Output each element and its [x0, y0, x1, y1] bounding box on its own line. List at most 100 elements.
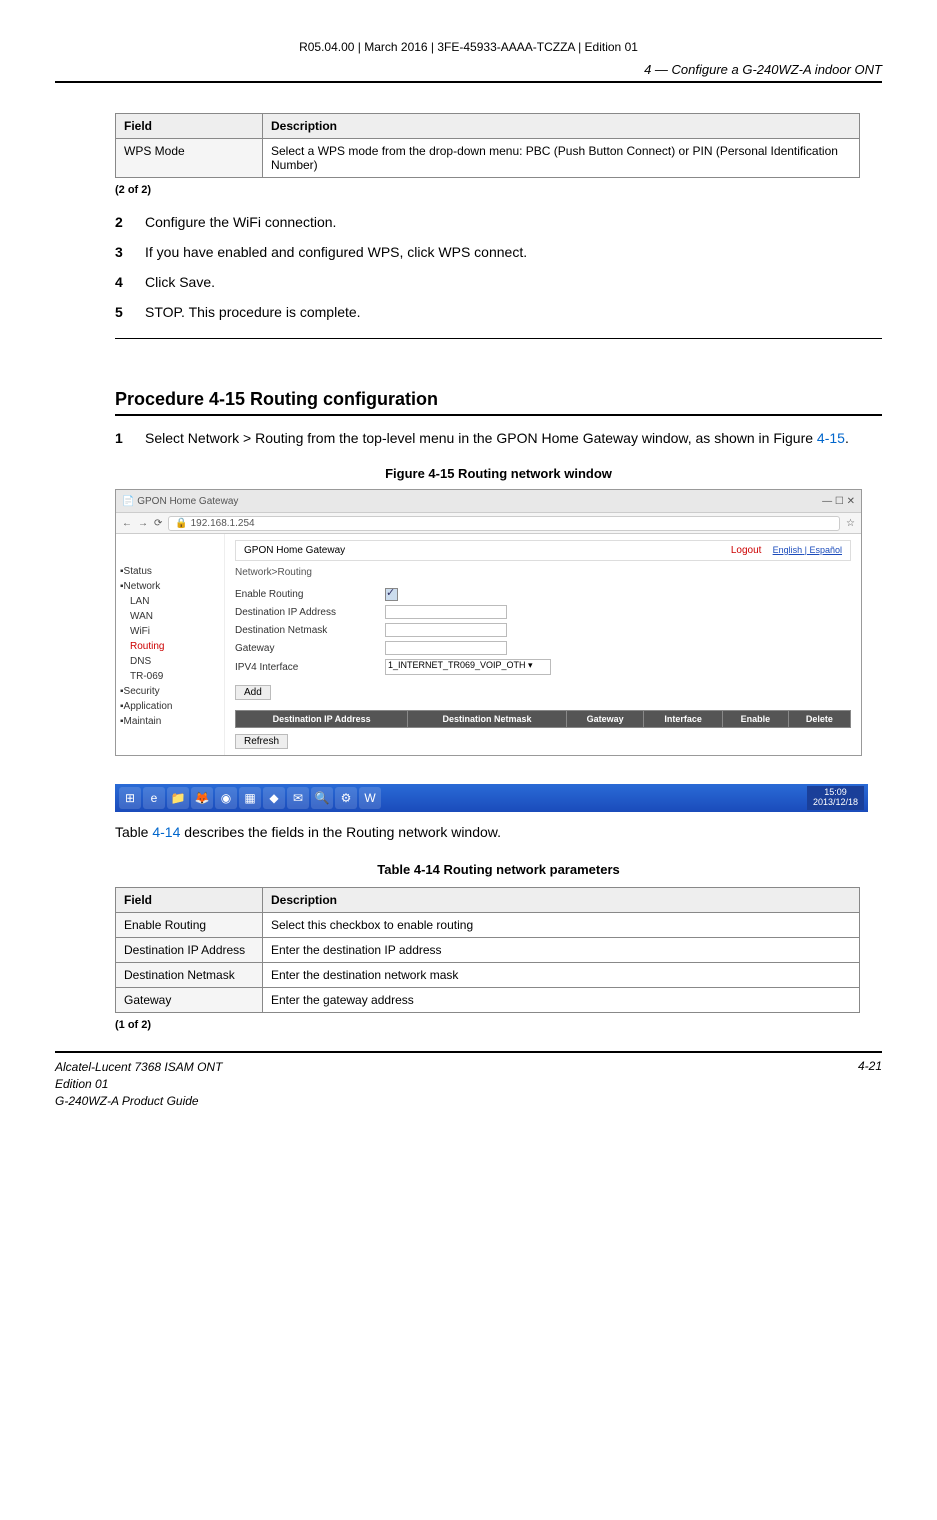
app-header: GPON Home Gateway Logout English | Españ…: [235, 540, 851, 561]
cell-desc: Enter the destination IP address: [263, 938, 860, 963]
logout-link[interactable]: Logout: [731, 545, 762, 556]
lang-espanol-link[interactable]: Español: [809, 545, 842, 555]
table-row: WPS Mode Select a WPS mode from the drop…: [116, 139, 860, 178]
add-button[interactable]: Add: [235, 685, 271, 700]
dest-ip-label: Destination IP Address: [235, 607, 385, 618]
ie-icon[interactable]: e: [143, 787, 165, 809]
table-pagination-note: (1 of 2): [115, 1019, 882, 1031]
reload-icon[interactable]: ⟳: [154, 518, 162, 529]
browser-tab[interactable]: 📄 GPON Home Gateway: [122, 496, 238, 507]
cell-field: WPS Mode: [116, 139, 263, 178]
cell-field: Destination Netmask: [116, 963, 263, 988]
col-dest-ip: Destination IP Address: [236, 711, 408, 728]
text-segment: Table: [115, 824, 152, 840]
step-text: If you have enabled and configured WPS, …: [145, 244, 527, 260]
step-number: 1: [115, 430, 145, 446]
app-title: GPON Home Gateway: [244, 545, 345, 556]
step-item: 1 Select Network > Routing from the top-…: [115, 430, 882, 446]
step-item: 5STOP. This procedure is complete.: [115, 304, 882, 320]
back-icon[interactable]: ←: [122, 518, 132, 529]
step-text: Configure the WiFi connection.: [145, 214, 336, 230]
step-item: 2Configure the WiFi connection.: [115, 214, 882, 230]
browser-address-bar: ← → ⟳ 🔒 192.168.1.254 ☆: [116, 513, 861, 534]
table-row: Destination IP AddressEnter the destinat…: [116, 938, 860, 963]
window-controls[interactable]: — ☐ ✕: [822, 496, 855, 507]
page-number: 4-21: [858, 1059, 882, 1109]
bookmark-icon[interactable]: ☆: [846, 518, 855, 529]
start-button-icon[interactable]: ⊞: [119, 787, 141, 809]
table-header-field: Field: [116, 114, 263, 139]
url-text: 192.168.1.254: [191, 518, 255, 529]
nav-sidebar: ▪Status ▪Network LAN WAN WiFi Routing DN…: [116, 534, 225, 755]
footer-product: Alcatel-Lucent 7368 ISAM ONT: [55, 1059, 222, 1076]
taskbar-clock[interactable]: 15:09 2013/12/18: [807, 786, 864, 810]
wps-parameters-table: Field Description WPS Mode Select a WPS …: [115, 113, 860, 178]
step-text: STOP. This procedure is complete.: [145, 304, 361, 320]
sidebar-item-network[interactable]: ▪Network: [120, 579, 220, 594]
ipv4-interface-label: IPV4 Interface: [235, 662, 385, 673]
app-icon[interactable]: 🔍: [311, 787, 333, 809]
step-text-segment: Select Network > Routing from the top-le…: [145, 430, 817, 446]
sidebar-item-wifi[interactable]: WiFi: [120, 624, 220, 639]
step-text: Select Network > Routing from the top-le…: [145, 430, 849, 446]
word-icon[interactable]: W: [359, 787, 381, 809]
figure-caption: Figure 4-15 Routing network window: [115, 466, 882, 481]
document-version-header: R05.04.00 | March 2016 | 3FE-45933-AAAA-…: [55, 40, 882, 54]
step-text-segment: .: [845, 430, 849, 446]
sidebar-item-routing[interactable]: Routing: [120, 639, 220, 654]
col-enable: Enable: [722, 711, 788, 728]
sidebar-item-maintain[interactable]: ▪Maintain: [120, 714, 220, 729]
sidebar-item-tr069[interactable]: TR-069: [120, 669, 220, 684]
url-field[interactable]: 🔒 192.168.1.254: [168, 516, 840, 531]
figure-reference-link[interactable]: 4-15: [817, 430, 845, 446]
table-header-description: Description: [263, 888, 860, 913]
ipv4-interface-select[interactable]: 1_INTERNET_TR069_VOIP_OTH ▾: [385, 659, 551, 675]
step-number: 4: [115, 274, 145, 290]
chrome-icon[interactable]: ◉: [215, 787, 237, 809]
cell-field: Gateway: [116, 988, 263, 1013]
step-item: 3If you have enabled and configured WPS,…: [115, 244, 882, 260]
clock-date: 2013/12/18: [813, 798, 858, 808]
firefox-icon[interactable]: 🦊: [191, 787, 213, 809]
footer-guide: G-240WZ-A Product Guide: [55, 1093, 222, 1110]
dest-netmask-label: Destination Netmask: [235, 625, 385, 636]
browser-tab-bar: 📄 GPON Home Gateway — ☐ ✕: [116, 490, 861, 513]
sidebar-item-wan[interactable]: WAN: [120, 609, 220, 624]
explorer-icon[interactable]: 📁: [167, 787, 189, 809]
lang-english-link[interactable]: English: [773, 545, 803, 555]
step-number: 3: [115, 244, 145, 260]
sidebar-item-lan[interactable]: LAN: [120, 594, 220, 609]
procedure-title: Procedure 4-15 Routing configuration: [115, 389, 882, 410]
step-number: 5: [115, 304, 145, 320]
cell-desc: Enter the gateway address: [263, 988, 860, 1013]
table-header-description: Description: [263, 114, 860, 139]
col-interface: Interface: [644, 711, 722, 728]
windows-taskbar: ⊞ e 📁 🦊 ◉ ▦ ◆ ✉ 🔍 ⚙ W 15:09 2013/12/18: [115, 784, 868, 812]
refresh-button[interactable]: Refresh: [235, 734, 288, 749]
app-icon[interactable]: ▦: [239, 787, 261, 809]
outlook-icon[interactable]: ✉: [287, 787, 309, 809]
cell-field: Destination IP Address: [116, 938, 263, 963]
sidebar-item-security[interactable]: ▪Security: [120, 684, 220, 699]
sidebar-item-status[interactable]: ▪Status: [120, 564, 220, 579]
gateway-label: Gateway: [235, 643, 385, 654]
gateway-input[interactable]: [385, 641, 507, 655]
table-row: GatewayEnter the gateway address: [116, 988, 860, 1013]
col-dest-netmask: Destination Netmask: [408, 711, 566, 728]
forward-icon[interactable]: →: [138, 518, 148, 529]
sidebar-item-dns[interactable]: DNS: [120, 654, 220, 669]
cell-desc: Enter the destination network mask: [263, 963, 860, 988]
routing-parameters-table: Field Description Enable RoutingSelect t…: [115, 887, 860, 1013]
table-row: Destination NetmaskEnter the destination…: [116, 963, 860, 988]
cell-field: Enable Routing: [116, 913, 263, 938]
dest-ip-input[interactable]: [385, 605, 507, 619]
sidebar-item-application[interactable]: ▪Application: [120, 699, 220, 714]
table-reference-link[interactable]: 4-14: [152, 824, 180, 840]
app-icon[interactable]: ◆: [263, 787, 285, 809]
routing-window-screenshot: 📄 GPON Home Gateway — ☐ ✕ ← → ⟳ 🔒 192.16…: [115, 489, 862, 756]
app-icon[interactable]: ⚙: [335, 787, 357, 809]
footer-edition: Edition 01: [55, 1076, 222, 1093]
text-segment: describes the fields in the Routing netw…: [180, 824, 501, 840]
enable-routing-checkbox[interactable]: [385, 588, 398, 601]
dest-netmask-input[interactable]: [385, 623, 507, 637]
